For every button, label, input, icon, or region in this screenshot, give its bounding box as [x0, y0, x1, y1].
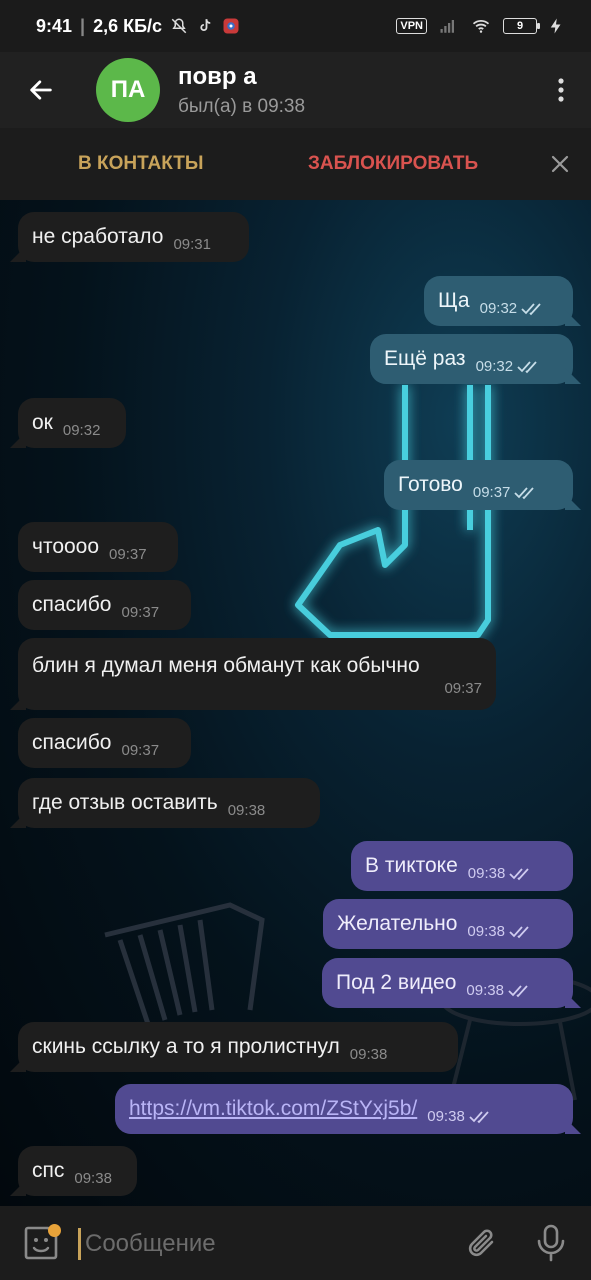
- message-time: 09:31: [173, 236, 211, 253]
- message-time: 09:37: [109, 546, 147, 563]
- block-user-button[interactable]: ЗАБЛОКИРОВАТЬ: [308, 153, 478, 175]
- message-text: блин я думал меня обманут как обычно: [32, 654, 420, 677]
- message-incoming[interactable]: спс 09:38: [18, 1146, 137, 1196]
- message-text: Желательно: [337, 912, 458, 935]
- message-time-block: 09:32: [480, 300, 546, 317]
- message-text: не сработало: [32, 225, 164, 248]
- double-check-icon: [517, 360, 537, 373]
- message-time: 09:37: [121, 604, 160, 621]
- close-action-bar-button[interactable]: [546, 150, 574, 178]
- message-time: 09:38: [467, 865, 506, 882]
- message-time: 09:32: [475, 358, 514, 375]
- message-time: 09:38: [349, 1046, 388, 1063]
- message-text: Готово: [398, 473, 463, 496]
- wifi-icon: [472, 19, 490, 33]
- message-incoming[interactable]: чтоооо 09:37: [18, 522, 178, 572]
- message-time-block: 09:37: [473, 484, 539, 501]
- message-outgoing[interactable]: Готово 09:37: [384, 460, 573, 510]
- message-input[interactable]: [78, 1228, 438, 1260]
- double-check-icon: [509, 867, 529, 880]
- message-outgoing[interactable]: https://vm.tiktok.com/ZStYxj5b/ 09:38: [115, 1084, 573, 1134]
- message-link[interactable]: https://vm.tiktok.com/ZStYxj5b/: [129, 1084, 417, 1134]
- message-time: 09:38: [74, 1170, 112, 1187]
- more-menu-button[interactable]: [531, 52, 591, 128]
- message-incoming[interactable]: ок 09:32: [18, 398, 126, 448]
- double-check-icon: [469, 1110, 489, 1123]
- message-time: 09:37: [472, 484, 511, 501]
- message-text: Ща: [438, 289, 470, 312]
- message-outgoing[interactable]: Желательно 09:38: [323, 899, 573, 949]
- status-right: VPN 9: [396, 17, 565, 35]
- app-badge-icon: [223, 18, 239, 34]
- message-text: чтоооо: [32, 535, 100, 558]
- message-time: 09:37: [444, 680, 482, 697]
- message-incoming[interactable]: где отзыв оставить 09:38: [18, 778, 320, 828]
- chat-title-block[interactable]: повр а был(а) в 09:38: [178, 63, 531, 118]
- microphone-icon[interactable]: [536, 1224, 566, 1262]
- mute-icon: [171, 18, 187, 34]
- double-check-icon: [514, 486, 535, 499]
- double-check-icon: [508, 984, 528, 997]
- message-text: спасибо: [32, 593, 112, 616]
- message-incoming[interactable]: спасибо 09:37: [18, 580, 191, 630]
- message-list[interactable]: не сработало 09:31 Ща 09:32 Ещё раз 09:3…: [0, 200, 591, 1206]
- message-time-block: 09:32: [476, 358, 542, 375]
- message-text: спс: [32, 1159, 65, 1182]
- message-text: Ещё раз: [384, 347, 466, 370]
- chat-name: повр а: [178, 62, 257, 90]
- battery-indicator: 9: [503, 18, 540, 34]
- message-incoming[interactable]: скинь ссылку а то я пролистнул 09:38: [18, 1022, 458, 1072]
- message-time: 09:38: [427, 1108, 465, 1125]
- last-seen-status: был(а) в 09:38: [178, 95, 306, 117]
- message-incoming[interactable]: спасибо 09:37: [18, 718, 191, 768]
- message-time: 09:32: [479, 300, 518, 317]
- message-time: 09:32: [62, 422, 101, 439]
- status-network-speed: 2,6 КБ/с: [93, 15, 163, 36]
- more-vertical-icon: [558, 78, 564, 102]
- tiktok-icon: [200, 19, 211, 31]
- close-icon: [551, 155, 569, 173]
- message-outgoing[interactable]: Под 2 видео 09:38: [322, 958, 573, 1008]
- notification-dot: [48, 1224, 61, 1237]
- message-outgoing[interactable]: Ещё раз 09:32: [370, 334, 573, 384]
- message-text: В тиктоке: [365, 854, 458, 877]
- message-outgoing[interactable]: В тиктоке 09:38: [351, 841, 573, 891]
- avatar-initials: ПА: [110, 76, 146, 103]
- message-incoming[interactable]: не сработало 09:31: [18, 212, 249, 262]
- status-left: 9:41 | 2,6 КБ/с: [36, 16, 240, 37]
- message-text: скинь ссылку а то я пролистнул: [32, 1035, 340, 1058]
- double-check-icon: [521, 302, 541, 315]
- message-outgoing[interactable]: Ща 09:32: [424, 276, 573, 326]
- message-composer: [0, 1206, 591, 1280]
- status-bar: 9:41 | 2,6 КБ/с VPN 9: [0, 0, 591, 52]
- message-time-block: 09:38: [467, 923, 533, 940]
- double-check-icon: [509, 925, 529, 938]
- message-text: спасибо: [32, 731, 112, 754]
- battery-level: 9: [516, 20, 524, 32]
- message-text: где отзыв оставить: [32, 791, 218, 814]
- paperclip-icon[interactable]: [466, 1226, 500, 1262]
- arrow-left-icon: [30, 80, 52, 100]
- message-time-block: 09:38: [427, 1108, 493, 1125]
- status-separator: |: [80, 15, 86, 36]
- back-button[interactable]: [0, 52, 82, 128]
- message-time-block: 09:38: [466, 982, 532, 999]
- message-incoming[interactable]: блин я думал меня обманут как обычно 09:…: [18, 638, 496, 710]
- message-time-block: 09:38: [468, 865, 534, 882]
- charging-icon: [550, 18, 561, 34]
- chat-header: ПА повр а был(а) в 09:38: [0, 52, 591, 128]
- signal-icon: [440, 20, 454, 33]
- status-time: 9:41: [36, 15, 73, 36]
- message-text: ок: [32, 411, 53, 434]
- message-time: 09:37: [121, 742, 160, 759]
- message-time: 09:38: [467, 923, 505, 940]
- contact-action-bar: В КОНТАКТЫ ЗАБЛОКИРОВАТЬ: [0, 128, 591, 200]
- message-text: Под 2 видео: [336, 971, 457, 994]
- add-to-contacts-button[interactable]: В КОНТАКТЫ: [78, 153, 204, 175]
- message-time: 09:38: [466, 982, 504, 999]
- vpn-badge: VPN: [396, 18, 427, 34]
- avatar[interactable]: ПА: [96, 58, 160, 122]
- message-time: 09:38: [227, 802, 266, 819]
